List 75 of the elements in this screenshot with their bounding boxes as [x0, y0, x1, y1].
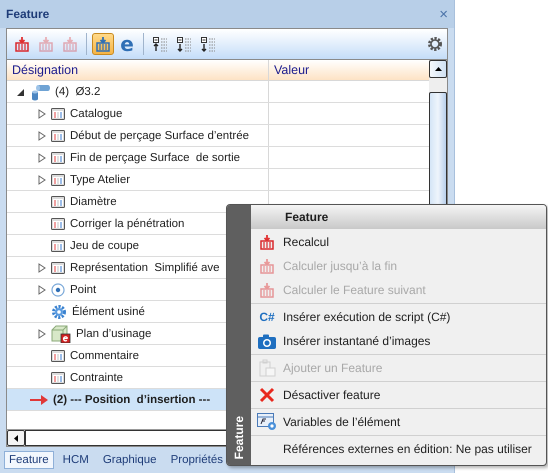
scroll-up-button[interactable]	[429, 60, 447, 78]
tree-sort-icon	[176, 36, 192, 52]
tree-item-label: (4) Ø3.2	[55, 86, 100, 98]
arrow-icon	[30, 394, 48, 404]
expand-icon[interactable]	[38, 284, 46, 294]
tree-row[interactable]: (4) Ø3.2	[7, 81, 429, 103]
table-icon	[51, 372, 65, 384]
variables-icon	[257, 413, 277, 431]
menu-header: Feature	[251, 205, 546, 229]
expand-icon[interactable]	[38, 328, 46, 338]
recalc-icon	[14, 36, 30, 52]
tree-item-label: Point	[70, 284, 96, 296]
cube-icon	[51, 324, 71, 342]
clipboard-icon	[258, 359, 276, 377]
calculate-icon	[259, 282, 275, 298]
panel-title: Feature	[6, 7, 50, 21]
menu-side-label: Feature	[232, 416, 246, 459]
scroll-left-button[interactable]	[7, 430, 25, 446]
menu-item[interactable]: Désactiver feature	[251, 383, 546, 407]
tree-item-label: Jeu de coupe	[70, 240, 140, 252]
table-icon	[51, 174, 65, 186]
tree-row[interactable]: Fin de perçage Surface de sortie	[7, 147, 429, 169]
tree-item-label: Élément usiné	[72, 306, 145, 318]
recalc-icon	[259, 234, 275, 250]
tree-item-label: Fin de perçage Surface de sortie	[70, 152, 240, 164]
tree-item-label: Début de perçage Surface d’entrée	[70, 130, 250, 142]
tree-row[interactable]: Type Atelier	[7, 169, 429, 191]
up-arrow-icon	[434, 67, 442, 71]
collapse-icon[interactable]	[17, 86, 25, 96]
menu-item[interactable]: Variables de l’élément	[251, 410, 546, 434]
tree-item-label: Représentation Simplifié ave	[70, 262, 220, 274]
calculate-icon	[62, 36, 78, 52]
tab[interactable]: Graphique	[98, 451, 162, 469]
table-icon	[51, 130, 65, 142]
tab[interactable]: HCM	[58, 451, 94, 469]
tree-sort-icon	[152, 36, 168, 52]
tree-item-label: Commentaire	[70, 350, 140, 362]
close-icon	[259, 387, 275, 403]
calculate-icon	[259, 258, 275, 274]
table-icon	[51, 262, 65, 274]
tree-item-label: Plan d’usinage	[76, 328, 152, 340]
recalc-icon	[95, 36, 111, 52]
column-header[interactable]: Désignation	[7, 60, 269, 80]
expand-icon[interactable]	[38, 262, 46, 272]
tree-item-label: Corriger la pénétration	[70, 218, 184, 230]
table-icon	[51, 218, 65, 230]
column-header[interactable]: Valeur	[269, 60, 429, 80]
left-arrow-icon	[14, 434, 18, 442]
tree-sort-icon	[200, 36, 216, 52]
expand-icon[interactable]	[38, 152, 46, 162]
camera-icon	[258, 334, 276, 348]
table-icon	[51, 196, 65, 208]
toolbar-button[interactable]: e	[116, 33, 138, 55]
table-icon	[51, 152, 65, 164]
menu-item[interactable]: Références externes en édition: Ne pas utiliser	[251, 437, 546, 461]
tree-item-label: Type Atelier	[70, 174, 130, 186]
expand-icon[interactable]	[38, 108, 46, 118]
point-icon	[51, 282, 65, 296]
table-icon	[51, 350, 65, 362]
calculate-icon	[38, 36, 54, 52]
tree-item-label: (2) --- Position d’insertion ---	[53, 394, 210, 406]
expand-icon[interactable]	[38, 174, 46, 184]
tab[interactable]: Propriétés	[166, 451, 228, 469]
tree-row[interactable]: Catalogue	[7, 103, 429, 125]
expand-icon[interactable]	[38, 130, 46, 140]
settings-icon[interactable]	[427, 36, 443, 52]
gear-icon	[51, 304, 67, 320]
tree-item-label: Catalogue	[70, 108, 122, 120]
table-icon	[51, 108, 65, 120]
cylinders-icon	[30, 82, 50, 100]
tree-item-label: Diamètre	[70, 196, 117, 208]
tree-row[interactable]: Début de perçage Surface d’entrée	[7, 125, 429, 147]
tree-item-label: Contrainte	[70, 372, 124, 384]
tab[interactable]: Feature	[4, 451, 54, 469]
table-icon	[51, 240, 65, 252]
